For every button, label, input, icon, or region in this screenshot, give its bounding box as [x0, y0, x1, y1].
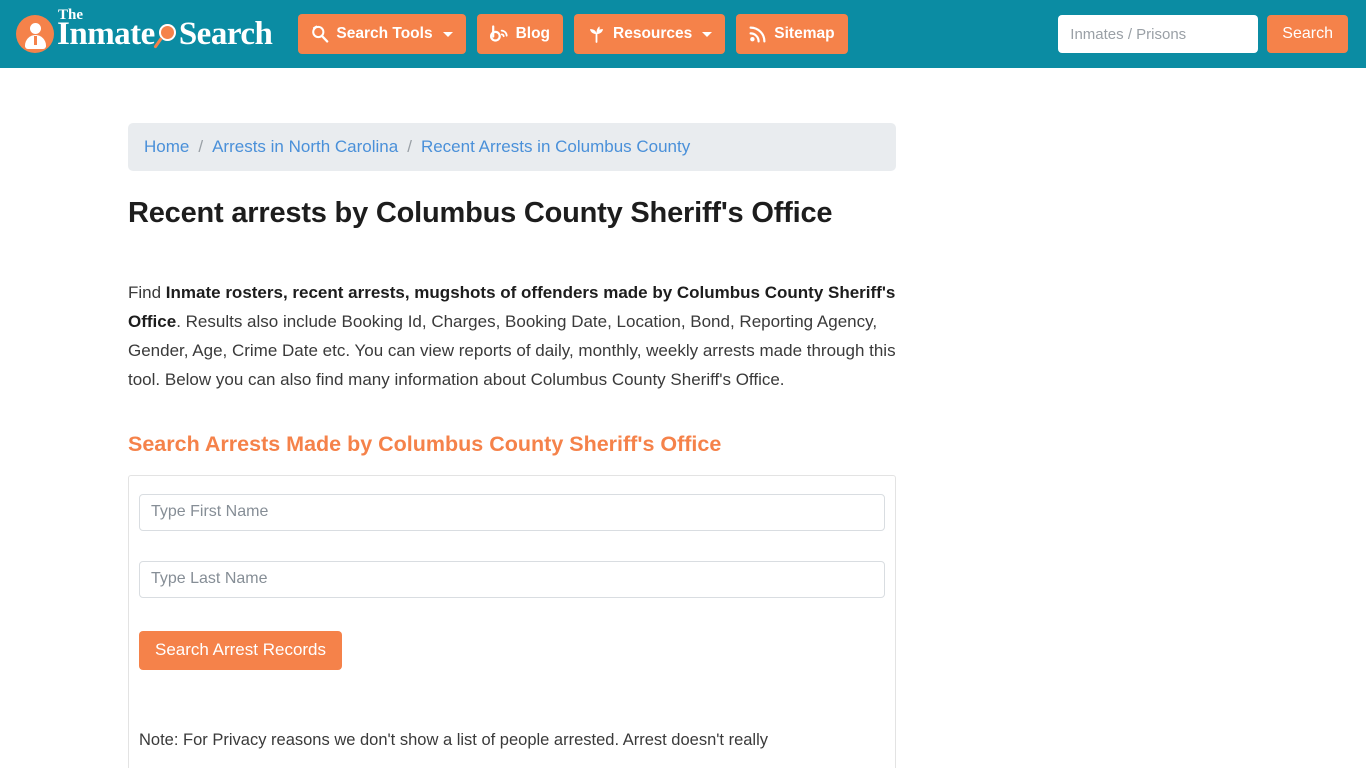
- breadcrumb-item-arrests-north-carolina[interactable]: Arrests in North Carolina: [212, 137, 398, 157]
- logo-the-text: The: [58, 6, 84, 23]
- magnifier-icon: [153, 21, 179, 51]
- header-search-button[interactable]: Search: [1267, 15, 1348, 53]
- chevron-down-icon: [442, 31, 453, 37]
- breadcrumb-separator: /: [198, 137, 204, 156]
- logo-search-text: Search: [178, 15, 273, 52]
- nav-sitemap-label: Sitemap: [774, 25, 835, 42]
- logo-wordmark: The Inmate Search: [56, 7, 273, 52]
- header-search-form: Search: [1058, 15, 1348, 53]
- nav-sitemap-button[interactable]: Sitemap: [736, 14, 848, 54]
- breadcrumb-item-home[interactable]: Home: [144, 137, 189, 157]
- page-content: Home / Arrests in North Carolina / Recen…: [0, 123, 1366, 768]
- header-search-input[interactable]: [1058, 15, 1259, 53]
- site-header: The Inmate Search Search Tools Blog Reso…: [0, 0, 1366, 68]
- intro-lead-text: Find: [128, 283, 166, 302]
- breadcrumb: Home / Arrests in North Carolina / Recen…: [128, 123, 896, 171]
- avatar-tie-shape: [33, 36, 37, 45]
- section-title-search-arrests: Search Arrests Made by Columbus County S…: [128, 432, 722, 456]
- intro-paragraph: Find Inmate rosters, recent arrests, mug…: [128, 278, 896, 394]
- leaf-icon: [587, 25, 606, 44]
- blog-feed-icon: [489, 24, 509, 44]
- breadcrumb-separator: /: [407, 137, 412, 156]
- breadcrumb-item-recent-arrests-columbus-county[interactable]: Recent Arrests in Columbus County: [421, 137, 690, 157]
- main-navigation: Search Tools Blog Resources Sitemap: [298, 14, 848, 54]
- avatar-head-shape: [29, 23, 41, 34]
- site-logo[interactable]: The Inmate Search: [16, 7, 273, 53]
- person-avatar-icon: [16, 15, 54, 53]
- nav-search-tools-label: Search Tools: [336, 25, 433, 42]
- page-title: Recent arrests by Columbus County Sherif…: [128, 197, 833, 229]
- search-arrest-records-button[interactable]: Search Arrest Records: [139, 630, 343, 670]
- chevron-down-icon: [702, 31, 713, 37]
- arrest-search-form-card: Search Arrest Records Note: For Privacy …: [128, 474, 896, 768]
- nav-blog-button[interactable]: Blog: [476, 14, 564, 54]
- rss-icon: [749, 25, 767, 43]
- nav-resources-button[interactable]: Resources: [574, 14, 726, 54]
- first-name-input[interactable]: [139, 493, 885, 531]
- content-container: Home / Arrests in North Carolina / Recen…: [128, 123, 896, 768]
- privacy-note-text: Note: For Privacy reasons we don't show …: [139, 730, 769, 749]
- nav-resources-label: Resources: [613, 25, 693, 42]
- nav-search-tools-button[interactable]: Search Tools: [298, 14, 466, 54]
- magnifier-icon: [311, 25, 329, 43]
- last-name-input[interactable]: [139, 560, 885, 598]
- intro-rest-text: . Results also include Booking Id, Charg…: [128, 312, 896, 389]
- nav-blog-label: Blog: [515, 25, 551, 42]
- magnifier-handle-shape: [153, 36, 163, 49]
